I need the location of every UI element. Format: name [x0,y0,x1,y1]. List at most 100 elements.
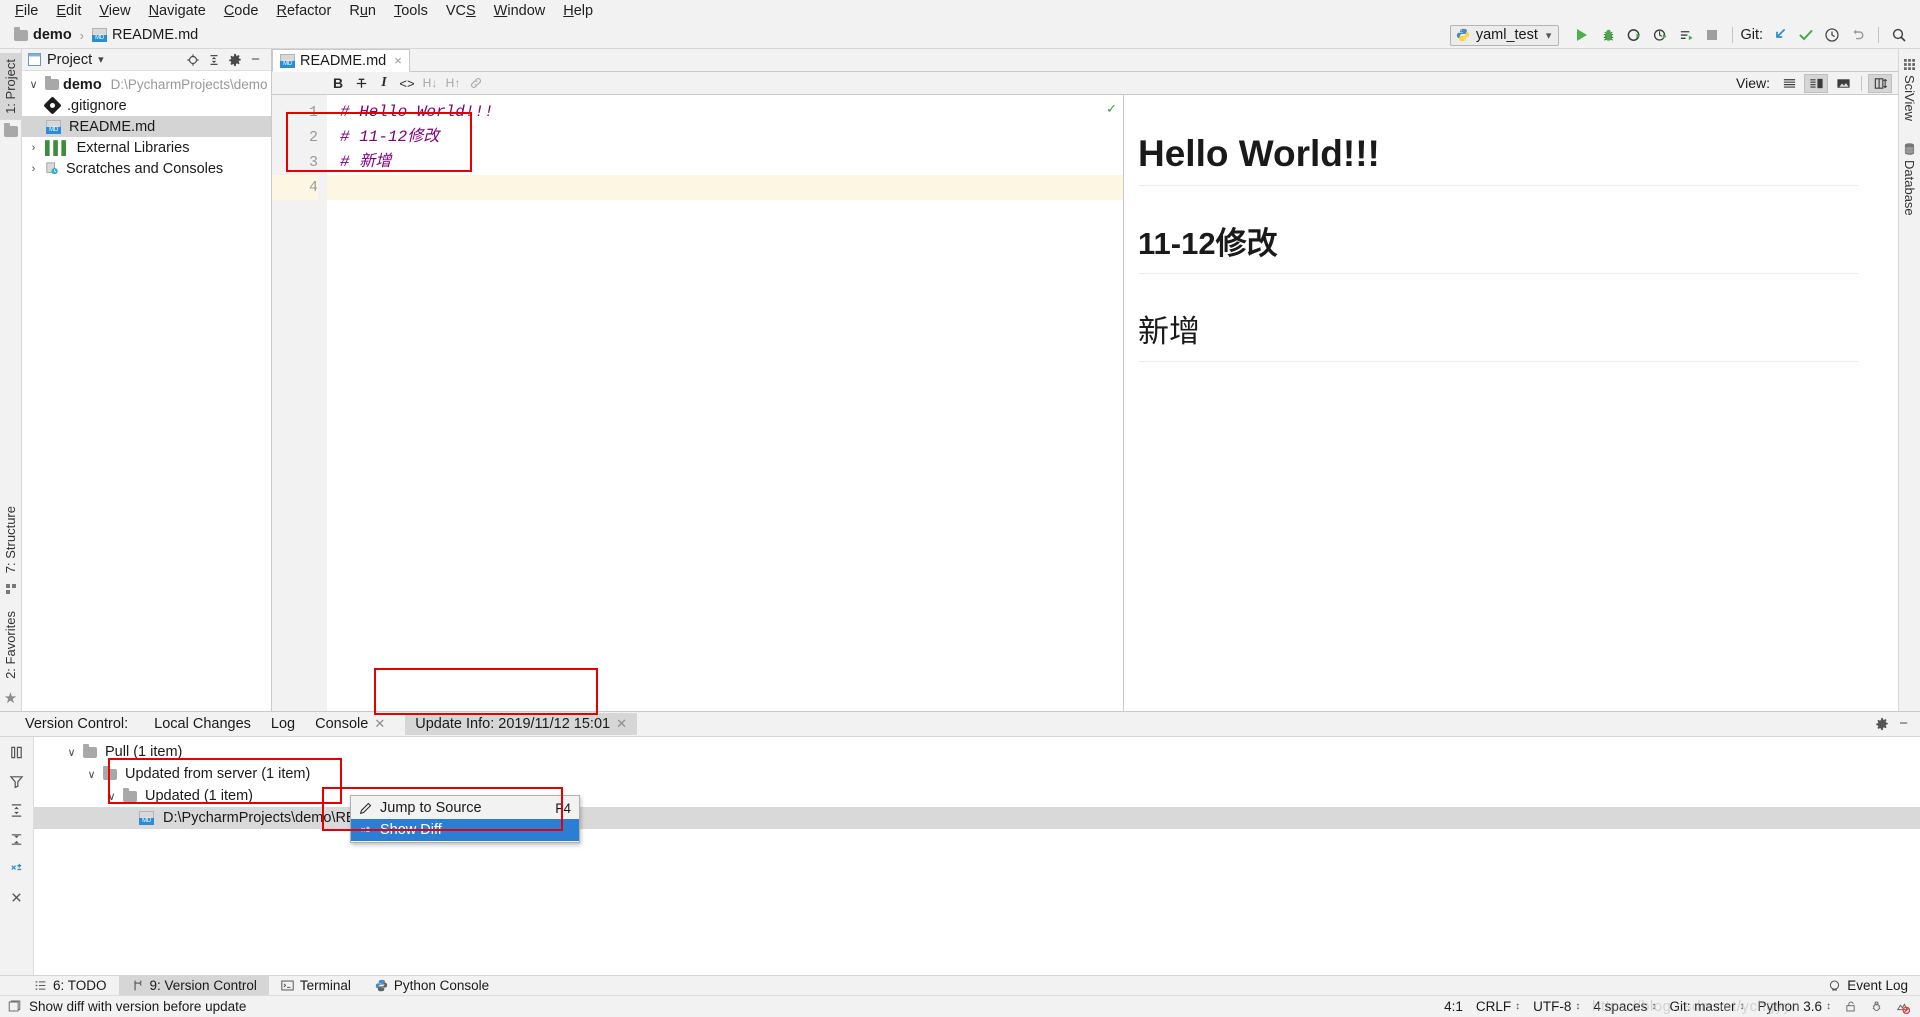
file-encoding-selector[interactable]: UTF-8 ↕ [1533,999,1580,1014]
twisty-icon[interactable]: ∨ [26,78,41,91]
project-tree[interactable]: ∨ demo D:\PycharmProjects\demo .gitignor… [22,71,271,711]
code-editor-pane[interactable]: 1 2 3 4 # Hello World!!! # 11-12修改 # 新增 … [272,95,1124,711]
tree-row-demo[interactable]: ∨ demo D:\PycharmProjects\demo [22,74,271,95]
menu-item-edit[interactable]: Edit [47,1,90,21]
project-settings-button[interactable] [225,51,244,69]
code-button[interactable]: <> [396,73,418,93]
vc-tree-row-pull[interactable]: ∨ Pull (1 item) [34,741,1920,763]
menu-item-tools[interactable]: Tools [385,1,437,21]
run-with-button[interactable] [1673,24,1699,46]
sidebar-item-sciview[interactable]: SciView [1899,53,1920,127]
vc-tab-log[interactable]: Log [261,713,305,735]
inspection-status-icon[interactable]: ✓ [1106,101,1117,117]
git-rollback-button[interactable] [1845,24,1871,46]
breadcrumb-item-project[interactable]: demo [14,26,72,43]
italic-button[interactable]: I [373,73,395,93]
view-preview-only-button[interactable] [1831,74,1855,93]
show-diff-button[interactable] [9,861,24,876]
breadcrumb-item-file[interactable]: MD README.md [92,27,198,43]
sidebar-item-project[interactable]: 1: Project [0,53,21,120]
vc-tab-update-info[interactable]: Update Info: 2019/11/12 15:01 ✕ [405,713,637,735]
hide-panel-button[interactable]: − [246,51,265,69]
group-by-button[interactable] [9,745,24,760]
bottom-tab-todo[interactable]: 6: TODO [22,976,119,996]
context-menu[interactable]: Jump to Source F4 Show Diff [350,795,580,843]
profile-button[interactable] [1647,24,1673,46]
menu-item-run[interactable]: Run [340,1,385,21]
close-vc-button[interactable] [9,890,24,905]
view-split-button[interactable] [1804,73,1828,93]
twisty-icon[interactable]: › [26,163,41,175]
search-everywhere-button[interactable] [1886,24,1912,46]
twisty-icon[interactable]: ∨ [84,768,99,781]
vc-tab-local-changes[interactable]: Local Changes [144,713,261,735]
collapse-all-button[interactable] [9,832,24,847]
strikethrough-button[interactable] [350,73,372,93]
bottom-tab-version-control[interactable]: 9: Version Control [118,975,269,996]
tree-row-external-libraries[interactable]: › ▌▌▌ External Libraries [22,137,271,158]
inspections-off-icon[interactable] [1896,1000,1910,1014]
twisty-icon[interactable]: ∨ [104,790,119,803]
hide-icon[interactable]: − [1899,716,1908,731]
stop-button[interactable] [1699,24,1725,46]
locate-file-button[interactable] [183,51,202,69]
menu-item-file[interactable]: File [6,1,47,21]
git-commit-button[interactable] [1793,24,1819,46]
menu-item-code[interactable]: Code [215,1,268,21]
chevron-down-icon[interactable]: ▾ [1546,29,1552,42]
collapse-all-button[interactable] [204,51,223,69]
vc-tree-row-readme-file[interactable]: MD D:\PycharmProjects\demo\README.md [34,807,1920,829]
heading-down-button[interactable]: H↓ [419,73,441,93]
sidebar-item-structure[interactable]: 7: Structure [0,500,21,579]
heading-up-button[interactable]: H↑ [442,73,464,93]
debug-button[interactable] [1595,24,1621,46]
vc-tab-console[interactable]: Console ✕ [305,713,395,735]
menu-item-refactor[interactable]: Refactor [268,1,341,21]
context-menu-item-show-diff[interactable]: Show Diff [351,819,579,841]
run-configuration-selector[interactable]: yaml_test ▾ [1449,24,1560,46]
tree-row-scratches[interactable]: › Scratches and Consoles [22,158,271,179]
vc-settings-button[interactable] [1875,717,1889,731]
menu-item-navigate[interactable]: Navigate [140,1,215,21]
bottom-tab-terminal[interactable]: Terminal [269,976,363,996]
close-icon[interactable]: ✕ [374,716,385,732]
tree-row-gitignore[interactable]: .gitignore [22,95,271,116]
view-editor-only-button[interactable] [1777,74,1801,93]
line-separator-selector[interactable]: CRLF ↕ [1476,999,1520,1014]
editor-tab-readme[interactable]: MD README.md × [272,49,410,72]
git-history-button[interactable] [1819,24,1845,46]
indent-selector[interactable]: 4 spaces ↕ [1593,999,1656,1014]
bold-button[interactable]: B [327,73,349,93]
close-icon[interactable]: ✕ [616,716,627,732]
vc-tree-row-updated-from-server[interactable]: ∨ Updated from server (1 item) [34,763,1920,785]
run-coverage-button[interactable] [1621,24,1647,46]
code-text-area[interactable]: # Hello World!!! # 11-12修改 # 新增 [327,95,1123,711]
expand-all-button[interactable] [9,803,24,818]
twisty-icon[interactable]: ∨ [64,746,79,759]
python-interpreter-widget[interactable]: Python 3.6 ↕ [1757,999,1831,1014]
menu-item-view[interactable]: View [90,1,139,21]
view-toggle-layout-button[interactable] [1868,73,1892,93]
update-info-tree[interactable]: ∨ Pull (1 item) ∨ Updated from server (1… [34,737,1920,975]
run-button[interactable] [1569,24,1595,46]
event-log-button[interactable]: Event Log [1828,978,1920,993]
menu-item-window[interactable]: Window [485,1,555,21]
menu-item-vcs[interactable]: VCS [437,1,485,21]
lock-icon[interactable] [1844,1000,1857,1013]
git-update-button[interactable] [1767,24,1793,46]
close-icon[interactable]: × [394,53,402,68]
sidebar-item-database[interactable]: Database [1899,137,1920,222]
menu-item-help[interactable]: Help [554,1,602,21]
git-branch-widget[interactable]: Git: master ↕ [1669,999,1744,1014]
chevron-down-icon[interactable]: ▾ [98,53,104,66]
vc-tree-row-updated[interactable]: ∨ Updated (1 item) [34,785,1920,807]
link-button[interactable] [465,73,487,93]
filter-button[interactable] [9,774,24,789]
twisty-icon[interactable]: › [26,142,41,154]
tree-row-readme[interactable]: MD README.md [22,116,271,137]
caret-position[interactable]: 4:1 [1444,999,1463,1014]
bug-status-icon[interactable] [1870,1000,1883,1013]
bottom-tab-python-console[interactable]: Python Console [363,976,501,996]
sidebar-item-favorites[interactable]: 2: Favorites [0,605,21,685]
context-menu-item-jump-to-source[interactable]: Jump to Source F4 [351,797,579,819]
